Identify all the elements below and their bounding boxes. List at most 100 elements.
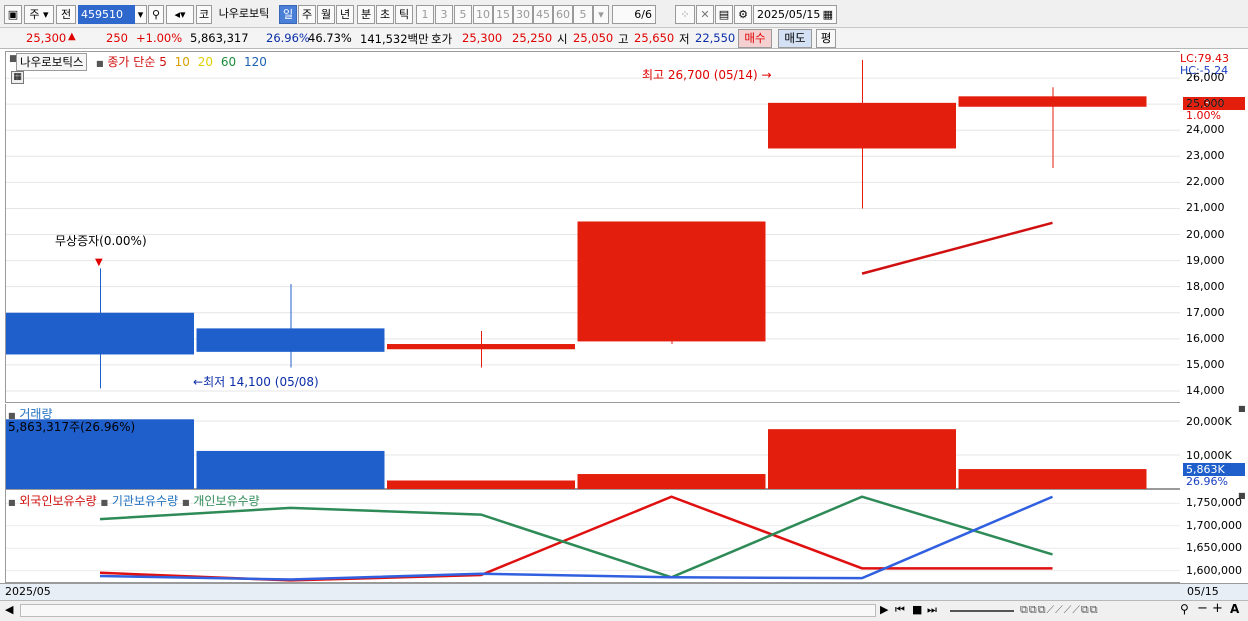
rewind-icon[interactable]: ⏮ bbox=[895, 603, 905, 617]
date-field-value: 2025/05/15 bbox=[757, 8, 821, 21]
volume-tick-label: 10,000K bbox=[1186, 449, 1232, 462]
volume-bar bbox=[577, 474, 766, 489]
legend-bullet-icon: ■ bbox=[181, 498, 190, 507]
trade-amount: 141,532백만 bbox=[360, 32, 429, 46]
interval-5[interactable]: 5 bbox=[454, 5, 472, 24]
zoom-out-icon[interactable]: − bbox=[1197, 601, 1208, 616]
period-second[interactable]: 초 bbox=[376, 5, 394, 24]
date-field[interactable]: 2025/05/15 ▦ bbox=[753, 5, 837, 24]
window-icon[interactable]: ▣ bbox=[4, 5, 22, 24]
dots-icon[interactable]: ⁘ bbox=[675, 5, 695, 24]
interval-60[interactable]: 60 bbox=[553, 5, 573, 24]
up-triangle-icon: ▲ bbox=[68, 31, 76, 42]
holdings-tick-label: 1,600,000 bbox=[1186, 563, 1242, 577]
volume-chart[interactable] bbox=[6, 404, 1181, 489]
buy-button[interactable]: 매수 bbox=[738, 29, 772, 48]
candle-body bbox=[768, 102, 956, 149]
table-icon[interactable]: ▦ bbox=[11, 71, 24, 84]
legend-bullet-icon: ■ bbox=[8, 498, 16, 507]
interval-10[interactable]: 10 bbox=[473, 5, 493, 24]
zoom-slider[interactable] bbox=[950, 610, 1014, 612]
count-dropdown-chevron-icon[interactable]: ▾ bbox=[593, 5, 609, 24]
period-tick[interactable]: 틱 bbox=[395, 5, 413, 24]
holdings-tick-label: 1,750,000 bbox=[1186, 496, 1242, 510]
horizontal-scrollbar[interactable] bbox=[20, 604, 876, 617]
all-toggle[interactable]: 전 bbox=[56, 5, 76, 24]
candle-body bbox=[196, 328, 385, 352]
speaker-icon[interactable]: ◂▾ bbox=[166, 5, 194, 24]
holdings-pane: ■ 외국인보유수량 ■ 기관보유수량 ■ 개인보유수량 bbox=[5, 489, 1181, 583]
price-tick-label: 25,000 bbox=[1186, 97, 1225, 111]
candle-body bbox=[958, 96, 1147, 107]
stock-label[interactable]: 나우로보틱스 bbox=[16, 53, 88, 71]
period-year[interactable]: 년 bbox=[336, 5, 354, 24]
drawing-tools-icon[interactable]: ⧉⧉⧉⟋⟋⟋⟋⧉⧉ bbox=[1020, 603, 1099, 617]
stop-icon[interactable]: ■ bbox=[912, 603, 922, 616]
zoom-in-icon[interactable]: + bbox=[1212, 601, 1223, 616]
change-percent: +1.00% bbox=[136, 31, 183, 45]
volume-bar bbox=[196, 450, 385, 489]
price-tick-label: 22,000 bbox=[1186, 175, 1225, 189]
candle-body bbox=[387, 344, 575, 350]
volume-bar bbox=[387, 480, 575, 489]
arrow-left-icon: ← bbox=[193, 375, 204, 389]
high-annotation-text: 최고 26,700 (05/14) bbox=[642, 68, 758, 82]
calendar-icon[interactable]: ▦ bbox=[823, 6, 833, 23]
price-tick-label: 17,000 bbox=[1186, 305, 1225, 319]
search-icon[interactable]: ⚲ bbox=[148, 5, 164, 24]
low-label: 저 bbox=[679, 32, 690, 46]
candle-body bbox=[577, 221, 766, 342]
interval-30[interactable]: 30 bbox=[513, 5, 533, 24]
stock-code-input[interactable]: 459510 bbox=[78, 5, 136, 24]
turnover-rate: 26.96% bbox=[266, 31, 310, 45]
gear-icon[interactable]: ⚙ bbox=[734, 5, 752, 24]
price-tick-label: 26,000 bbox=[1186, 71, 1225, 85]
price-change: 250 bbox=[106, 31, 128, 45]
market-select[interactable]: 주 ▾ bbox=[24, 5, 54, 24]
date-end: 05/15 bbox=[1187, 585, 1219, 598]
price-pane: ■ 나우로보틱스 ■ 종가 단순 5 10 20 60 120 ▦ 최고 26,… bbox=[5, 51, 1181, 404]
price-tick-label: 23,000 bbox=[1186, 149, 1225, 163]
pane-close-icon[interactable]: ■ bbox=[1238, 404, 1246, 413]
crosshair-icon[interactable]: ✕ bbox=[696, 5, 714, 24]
zoom-icon[interactable]: ⚲ bbox=[1180, 602, 1189, 616]
bid-label: 호가 bbox=[431, 32, 453, 46]
period-minute[interactable]: 분 bbox=[357, 5, 375, 24]
open-price: 25,050 bbox=[573, 31, 614, 45]
sell-button[interactable]: 매도 bbox=[778, 29, 812, 48]
candle-body bbox=[6, 312, 194, 355]
save-icon[interactable]: ▤ bbox=[715, 5, 733, 24]
low-price: 22,550 bbox=[695, 31, 736, 45]
price-chart[interactable] bbox=[6, 52, 1181, 404]
scroll-right-icon[interactable]: ▶ bbox=[880, 603, 888, 616]
chart-type-button[interactable]: 코 bbox=[196, 5, 212, 24]
low-annotation: ←최저 14,100 (05/08) bbox=[193, 373, 319, 390]
font-size-icon[interactable]: A bbox=[1230, 602, 1239, 616]
holdings-line bbox=[99, 495, 1053, 582]
legend-bullet-icon: ■ bbox=[100, 498, 109, 507]
period-week[interactable]: 주 bbox=[298, 5, 316, 24]
quote-bar: 25,300 ▲ 250 +1.00% 5,863,317 26.96% 46.… bbox=[0, 28, 1248, 49]
forward-icon[interactable]: ⏭ bbox=[927, 603, 937, 617]
period-day[interactable]: 일 bbox=[279, 5, 297, 24]
flat-button[interactable]: 평 bbox=[816, 29, 836, 48]
interval-45[interactable]: 45 bbox=[533, 5, 553, 24]
price-tick-label: 15,000 bbox=[1186, 357, 1225, 371]
interval-count[interactable]: 5 bbox=[573, 5, 593, 24]
interval-3[interactable]: 3 bbox=[435, 5, 453, 24]
volume-ratio: 46.73% bbox=[308, 31, 352, 45]
price-tick-label: 14,000 bbox=[1186, 383, 1225, 397]
interval-15[interactable]: 15 bbox=[493, 5, 513, 24]
holdings-tick-label: 1,700,000 bbox=[1186, 518, 1242, 532]
price-tick-label: 16,000 bbox=[1186, 331, 1225, 345]
pct-box: 1.00% bbox=[1186, 109, 1221, 122]
high-label: 고 bbox=[618, 32, 629, 46]
volume-box-pct: 26.96% bbox=[1186, 475, 1228, 488]
interval-1[interactable]: 1 bbox=[416, 5, 434, 24]
scroll-left-icon[interactable]: ◀ bbox=[5, 603, 13, 616]
code-dropdown-chevron-icon[interactable]: ▾ bbox=[135, 5, 147, 24]
period-month[interactable]: 월 bbox=[317, 5, 335, 24]
y-axis: LC:79.43 HC:-5.24 25,300 1.00% ■ 5,863K … bbox=[1180, 51, 1248, 583]
volume-value-label: 5,863,317주(26.96%) bbox=[8, 420, 136, 434]
price-tick-label: 21,000 bbox=[1186, 201, 1225, 215]
